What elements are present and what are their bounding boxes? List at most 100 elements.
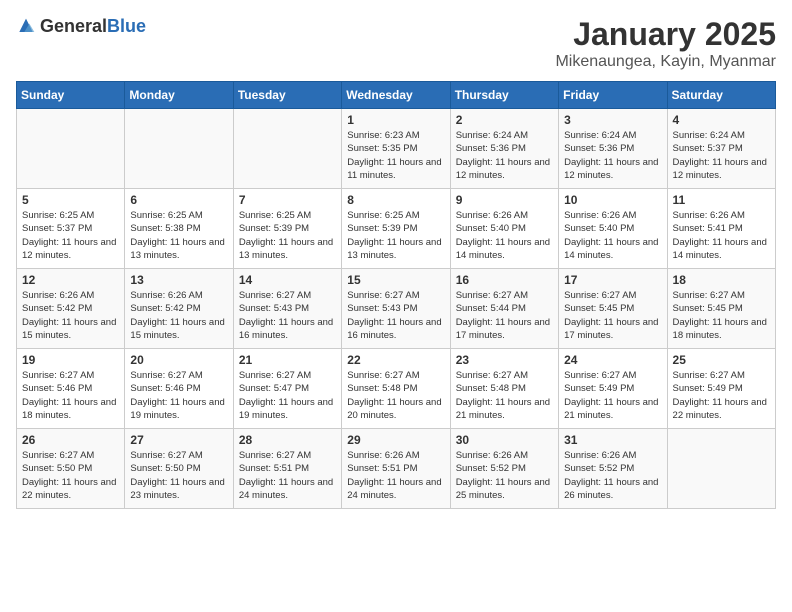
table-row: 20 Sunrise: 6:27 AMSunset: 5:46 PMDaylig… (125, 349, 233, 429)
table-row: 5 Sunrise: 6:25 AMSunset: 5:37 PMDayligh… (17, 189, 125, 269)
logo: GeneralBlue (16, 16, 146, 37)
table-row (233, 109, 341, 189)
day-info: Sunrise: 6:27 AMSunset: 5:50 PMDaylight:… (22, 449, 119, 502)
location-title: Mikenaungea, Kayin, Myanmar (555, 53, 776, 71)
table-row: 18 Sunrise: 6:27 AMSunset: 5:45 PMDaylig… (667, 269, 775, 349)
day-info: Sunrise: 6:24 AMSunset: 5:36 PMDaylight:… (564, 129, 661, 182)
day-number: 29 (347, 433, 444, 447)
day-info: Sunrise: 6:26 AMSunset: 5:42 PMDaylight:… (22, 289, 119, 342)
day-number: 11 (673, 193, 770, 207)
day-info: Sunrise: 6:27 AMSunset: 5:49 PMDaylight:… (673, 369, 770, 422)
header-friday: Friday (559, 82, 667, 109)
day-number: 19 (22, 353, 119, 367)
calendar-header-row: Sunday Monday Tuesday Wednesday Thursday… (17, 82, 776, 109)
calendar-week-row: 5 Sunrise: 6:25 AMSunset: 5:37 PMDayligh… (17, 189, 776, 269)
day-number: 26 (22, 433, 119, 447)
day-info: Sunrise: 6:27 AMSunset: 5:48 PMDaylight:… (347, 369, 444, 422)
day-number: 25 (673, 353, 770, 367)
day-number: 12 (22, 273, 119, 287)
table-row: 16 Sunrise: 6:27 AMSunset: 5:44 PMDaylig… (450, 269, 558, 349)
day-info: Sunrise: 6:23 AMSunset: 5:35 PMDaylight:… (347, 129, 444, 182)
header-wednesday: Wednesday (342, 82, 450, 109)
day-info: Sunrise: 6:27 AMSunset: 5:45 PMDaylight:… (673, 289, 770, 342)
table-row: 1 Sunrise: 6:23 AMSunset: 5:35 PMDayligh… (342, 109, 450, 189)
table-row: 27 Sunrise: 6:27 AMSunset: 5:50 PMDaylig… (125, 429, 233, 509)
day-number: 3 (564, 113, 661, 127)
day-info: Sunrise: 6:27 AMSunset: 5:43 PMDaylight:… (347, 289, 444, 342)
table-row: 3 Sunrise: 6:24 AMSunset: 5:36 PMDayligh… (559, 109, 667, 189)
calendar-week-row: 1 Sunrise: 6:23 AMSunset: 5:35 PMDayligh… (17, 109, 776, 189)
calendar-week-row: 19 Sunrise: 6:27 AMSunset: 5:46 PMDaylig… (17, 349, 776, 429)
logo-icon (16, 17, 36, 37)
day-number: 23 (456, 353, 553, 367)
day-info: Sunrise: 6:26 AMSunset: 5:52 PMDaylight:… (456, 449, 553, 502)
header-thursday: Thursday (450, 82, 558, 109)
header-sunday: Sunday (17, 82, 125, 109)
day-info: Sunrise: 6:26 AMSunset: 5:42 PMDaylight:… (130, 289, 227, 342)
day-info: Sunrise: 6:27 AMSunset: 5:44 PMDaylight:… (456, 289, 553, 342)
day-number: 18 (673, 273, 770, 287)
table-row: 9 Sunrise: 6:26 AMSunset: 5:40 PMDayligh… (450, 189, 558, 269)
day-number: 17 (564, 273, 661, 287)
table-row: 4 Sunrise: 6:24 AMSunset: 5:37 PMDayligh… (667, 109, 775, 189)
calendar-week-row: 12 Sunrise: 6:26 AMSunset: 5:42 PMDaylig… (17, 269, 776, 349)
logo-general-text: GeneralBlue (40, 16, 146, 37)
day-number: 5 (22, 193, 119, 207)
day-info: Sunrise: 6:27 AMSunset: 5:46 PMDaylight:… (22, 369, 119, 422)
table-row: 29 Sunrise: 6:26 AMSunset: 5:51 PMDaylig… (342, 429, 450, 509)
day-number: 7 (239, 193, 336, 207)
day-info: Sunrise: 6:27 AMSunset: 5:50 PMDaylight:… (130, 449, 227, 502)
day-info: Sunrise: 6:26 AMSunset: 5:51 PMDaylight:… (347, 449, 444, 502)
day-info: Sunrise: 6:24 AMSunset: 5:37 PMDaylight:… (673, 129, 770, 182)
day-number: 10 (564, 193, 661, 207)
table-row: 28 Sunrise: 6:27 AMSunset: 5:51 PMDaylig… (233, 429, 341, 509)
day-info: Sunrise: 6:26 AMSunset: 5:52 PMDaylight:… (564, 449, 661, 502)
day-number: 22 (347, 353, 444, 367)
day-number: 28 (239, 433, 336, 447)
day-number: 8 (347, 193, 444, 207)
table-row: 22 Sunrise: 6:27 AMSunset: 5:48 PMDaylig… (342, 349, 450, 429)
day-info: Sunrise: 6:26 AMSunset: 5:41 PMDaylight:… (673, 209, 770, 262)
day-number: 30 (456, 433, 553, 447)
day-info: Sunrise: 6:25 AMSunset: 5:38 PMDaylight:… (130, 209, 227, 262)
table-row: 14 Sunrise: 6:27 AMSunset: 5:43 PMDaylig… (233, 269, 341, 349)
day-number: 16 (456, 273, 553, 287)
day-info: Sunrise: 6:27 AMSunset: 5:47 PMDaylight:… (239, 369, 336, 422)
header-tuesday: Tuesday (233, 82, 341, 109)
table-row: 10 Sunrise: 6:26 AMSunset: 5:40 PMDaylig… (559, 189, 667, 269)
day-number: 24 (564, 353, 661, 367)
calendar-week-row: 26 Sunrise: 6:27 AMSunset: 5:50 PMDaylig… (17, 429, 776, 509)
header-saturday: Saturday (667, 82, 775, 109)
day-number: 20 (130, 353, 227, 367)
day-info: Sunrise: 6:25 AMSunset: 5:39 PMDaylight:… (347, 209, 444, 262)
table-row: 12 Sunrise: 6:26 AMSunset: 5:42 PMDaylig… (17, 269, 125, 349)
day-info: Sunrise: 6:27 AMSunset: 5:51 PMDaylight:… (239, 449, 336, 502)
day-number: 4 (673, 113, 770, 127)
table-row: 2 Sunrise: 6:24 AMSunset: 5:36 PMDayligh… (450, 109, 558, 189)
day-number: 14 (239, 273, 336, 287)
day-info: Sunrise: 6:26 AMSunset: 5:40 PMDaylight:… (456, 209, 553, 262)
table-row: 8 Sunrise: 6:25 AMSunset: 5:39 PMDayligh… (342, 189, 450, 269)
table-row: 11 Sunrise: 6:26 AMSunset: 5:41 PMDaylig… (667, 189, 775, 269)
day-number: 9 (456, 193, 553, 207)
day-info: Sunrise: 6:26 AMSunset: 5:40 PMDaylight:… (564, 209, 661, 262)
table-row (125, 109, 233, 189)
day-number: 15 (347, 273, 444, 287)
header-monday: Monday (125, 82, 233, 109)
table-row: 6 Sunrise: 6:25 AMSunset: 5:38 PMDayligh… (125, 189, 233, 269)
table-row: 17 Sunrise: 6:27 AMSunset: 5:45 PMDaylig… (559, 269, 667, 349)
month-title: January 2025 (555, 16, 776, 53)
day-number: 31 (564, 433, 661, 447)
day-number: 2 (456, 113, 553, 127)
calendar-table: Sunday Monday Tuesday Wednesday Thursday… (16, 81, 776, 509)
day-info: Sunrise: 6:24 AMSunset: 5:36 PMDaylight:… (456, 129, 553, 182)
page-header: GeneralBlue January 2025 Mikenaungea, Ka… (16, 16, 776, 71)
day-info: Sunrise: 6:25 AMSunset: 5:37 PMDaylight:… (22, 209, 119, 262)
day-number: 27 (130, 433, 227, 447)
table-row (667, 429, 775, 509)
day-info: Sunrise: 6:27 AMSunset: 5:48 PMDaylight:… (456, 369, 553, 422)
day-number: 21 (239, 353, 336, 367)
title-block: January 2025 Mikenaungea, Kayin, Myanmar (555, 16, 776, 71)
day-info: Sunrise: 6:27 AMSunset: 5:43 PMDaylight:… (239, 289, 336, 342)
day-number: 6 (130, 193, 227, 207)
